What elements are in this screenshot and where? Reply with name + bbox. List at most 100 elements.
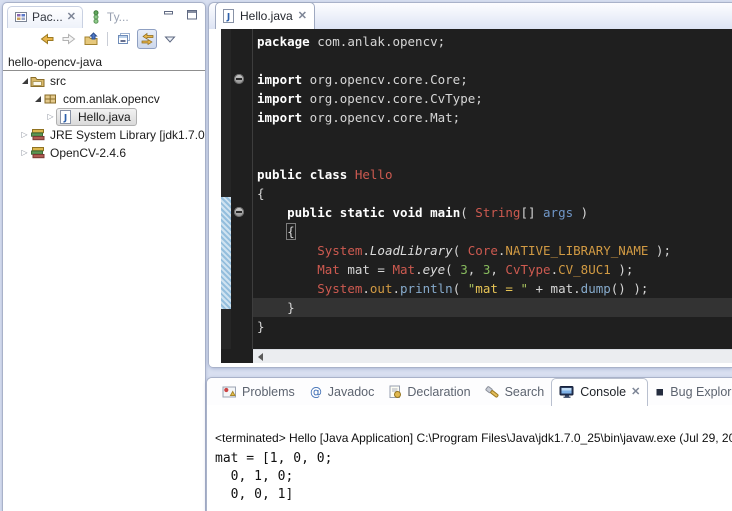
expanded-arrow-icon[interactable] [32,96,43,102]
code-line[interactable]: Mat mat = Mat.eye( 3, 3, CvType.CV_8UC1 … [253,260,732,279]
bug-square-icon [655,387,665,397]
code-line[interactable]: { [253,222,732,241]
fold-collapse-icon[interactable] [234,207,244,217]
bottom-tab-label: Javadoc [328,385,375,399]
close-icon[interactable]: ✕ [631,387,640,398]
view-menu-button[interactable] [161,30,179,48]
search-icon [485,385,500,399]
code-line[interactable]: import org.opencv.core.Core; [253,70,732,89]
code-line[interactable]: } [253,298,732,317]
console-view: Problems @ Javadoc Declaration Search Console… [206,377,732,511]
project-tree: hello-opencv-java src com.anlak.opencv ▷ J He… [3,50,205,162]
code-line[interactable]: import org.opencv.core.CvType; [253,89,732,108]
svg-text:J: J [63,114,67,124]
close-icon[interactable]: ✕ [298,11,307,22]
view-tab-ty[interactable]: Ty... [83,7,135,28]
bottom-tab-problems[interactable]: Problems [215,381,302,403]
close-icon[interactable]: ✕ [67,12,76,23]
bottom-tab-bar: Problems @ Javadoc Declaration Search Console… [207,378,732,405]
collapse-all-button[interactable] [115,30,133,48]
code-line[interactable] [253,127,732,146]
back-button[interactable] [38,30,56,48]
editor-tab-hello-java[interactable]: J Hello.java ✕ [215,2,315,29]
javadoc-icon: @ [309,385,323,399]
package-explorer-view: Pac... ✕ Ty... hello-opencv-java src com.anl… [2,2,206,511]
horizontal-scrollbar[interactable] [253,349,732,363]
bottom-tab-label: Problems [242,385,295,399]
tree-item-content: src [30,74,68,88]
code-line[interactable]: System.out.println( "mat = " + mat.dump(… [253,279,732,298]
bottom-tab-label: Search [505,385,545,399]
view-menu-icon [164,34,176,44]
view-window-buttons [162,8,199,21]
collapsed-arrow-icon[interactable]: ▷ [45,113,56,121]
package-icon [43,92,58,106]
code-editor[interactable]: package com.anlak.opencv; import org.open… [253,29,732,349]
tree-item-label: com.anlak.opencv [61,92,162,106]
annotation-ruler[interactable] [221,29,231,349]
view-tab-label: Ty... [107,10,129,24]
code-line[interactable]: public static void main( String[] args ) [253,203,732,222]
tree-item-hello-opencv-java[interactable]: hello-opencv-java [3,53,205,71]
tree-item-content: OpenCV-2.4.6 [30,146,128,160]
tree-item-com-anlak-opencv[interactable]: com.anlak.opencv [3,90,205,108]
problems-icon [222,385,237,399]
tree-item-jre-system-library-jdk1-7-0[interactable]: ▷JRE System Library [jdk1.7.0 [3,126,205,144]
tree-item-opencv-2-4-6[interactable]: ▷ OpenCV-2.4.6 [3,144,205,162]
tree-item-label: src [48,74,68,88]
package-explorer-tab-bar: Pac... ✕ Ty... [3,3,205,28]
forward-button[interactable] [60,30,78,48]
tree-item-content: com.anlak.opencv [43,92,162,106]
type-hierarchy-icon [89,10,103,24]
editor-area: J Hello.java ✕ package com.anlak.opencv;… [208,2,732,368]
up-icon [83,32,99,46]
code-line[interactable]: System.LoadLibrary( Core.NATIVE_LIBRARY_… [253,241,732,260]
code-line[interactable]: public class Hello [253,165,732,184]
bottom-tab-declaration[interactable]: Declaration [381,381,477,403]
editor-bottom-edge [209,363,732,367]
tree-item-content: hello-opencv-java [6,55,104,69]
code-line[interactable] [253,146,732,165]
collapsed-arrow-icon[interactable]: ▷ [19,131,30,139]
collapsed-arrow-icon[interactable]: ▷ [19,149,30,157]
code-line[interactable]: import org.opencv.core.Mat; [253,108,732,127]
code-line[interactable] [253,51,732,70]
svg-text:@: @ [310,385,322,399]
tree-item-src[interactable]: src [3,72,205,90]
bottom-tab-search[interactable]: Search [478,381,552,403]
bottom-tab-bug-explorer[interactable]: Bug Explorer [648,381,732,403]
tree-item-label: Hello.java [76,110,133,124]
code-line[interactable]: { [253,184,732,203]
view-tab-pac[interactable]: Pac... ✕ [7,6,83,28]
code-line[interactable]: } [253,317,732,336]
minimize-button[interactable] [162,8,176,21]
editor-tab-bar: J Hello.java ✕ [209,3,732,29]
scroll-left-arrow-icon[interactable] [258,353,263,361]
up-button[interactable] [82,30,100,48]
editor-body: package com.anlak.opencv; import org.open… [209,29,732,349]
collapse-all-icon [116,32,132,46]
console-output[interactable]: mat = [1, 0, 0; 0, 1, 0; 0, 0, 1] [215,450,732,504]
eclipse-workbench: { "package_explorer": { "tabs": [ {"labe… [0,0,732,511]
tree-item-label: OpenCV-2.4.6 [48,146,128,160]
code-line[interactable]: package com.anlak.opencv; [253,32,732,51]
library-icon [30,146,45,160]
view-tab-label: Pac... [32,10,63,24]
expanded-arrow-icon[interactable] [19,78,30,84]
bottom-tab-javadoc[interactable]: @ Javadoc [302,381,382,403]
method-range-indicator [221,197,231,309]
editor-tab-label: Hello.java [240,9,293,23]
back-icon [39,32,55,46]
tree-item-hello-java[interactable]: ▷ J Hello.java [3,108,205,126]
forward-icon [61,32,77,46]
fold-collapse-icon[interactable] [234,74,244,84]
console-status-line: <terminated> Hello [Java Application] C:… [215,431,732,445]
package-explorer-icon [14,10,28,24]
console-output-line: 0, 0, 1] [215,486,732,504]
folding-gutter[interactable] [231,29,253,349]
maximize-button[interactable] [185,8,199,21]
console-icon [559,385,575,399]
tree-item-label: hello-opencv-java [6,55,104,69]
link-with-editor-button[interactable] [137,29,157,49]
bottom-tab-console[interactable]: Console✕ [551,378,648,406]
